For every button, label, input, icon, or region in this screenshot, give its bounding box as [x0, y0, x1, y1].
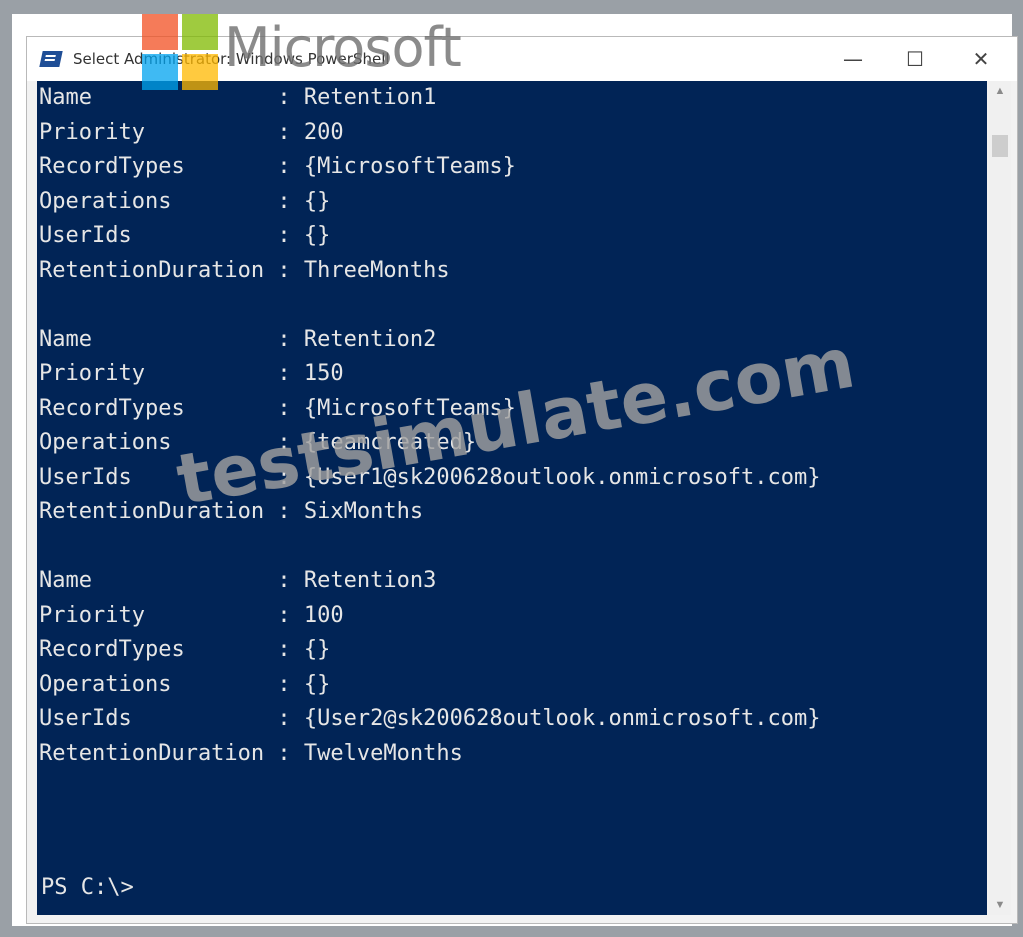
console-line: RecordTypes : {}	[39, 637, 331, 662]
microsoft-brand-text: Microsoft	[224, 16, 462, 79]
maximize-button[interactable]: ☐	[895, 45, 935, 73]
console-line: Operations : {}	[39, 188, 331, 214]
close-button[interactable]: ✕	[961, 45, 1001, 73]
microsoft-logo-icon	[142, 14, 218, 90]
command-prompt[interactable]: PS C:\>	[41, 875, 134, 900]
console-line: Priority : 100	[39, 602, 344, 628]
scroll-down-icon[interactable]: ▼	[989, 895, 1011, 915]
console-line: UserIds : {}	[39, 223, 331, 248]
console-output[interactable]: Name : Retention1 Priority : 200 RecordTyp…	[37, 81, 987, 915]
console-line: UserIds : {User2@sk200628outlook.onmicro…	[39, 706, 821, 731]
console-line: Operations : {}	[39, 671, 331, 697]
vertical-scrollbar[interactable]: ▲ ▼	[989, 81, 1011, 915]
scroll-up-icon[interactable]: ▲	[989, 81, 1011, 101]
powershell-icon	[39, 51, 63, 67]
scroll-thumb[interactable]	[992, 135, 1008, 157]
console-line: RetentionDuration : TwelveMonths	[39, 740, 463, 766]
console-line: RecordTypes : {MicrosoftTeams}	[39, 154, 516, 179]
console-line: Priority : 200	[39, 119, 344, 145]
console-line: Name : Retention3	[39, 568, 437, 593]
console-line: RetentionDuration : SixMonths	[39, 499, 424, 524]
powershell-window: Select Administrator: Windows PowerShell…	[26, 36, 1018, 924]
console-line: RetentionDuration : ThreeMonths	[39, 257, 450, 283]
minimize-button[interactable]: —	[833, 45, 873, 73]
